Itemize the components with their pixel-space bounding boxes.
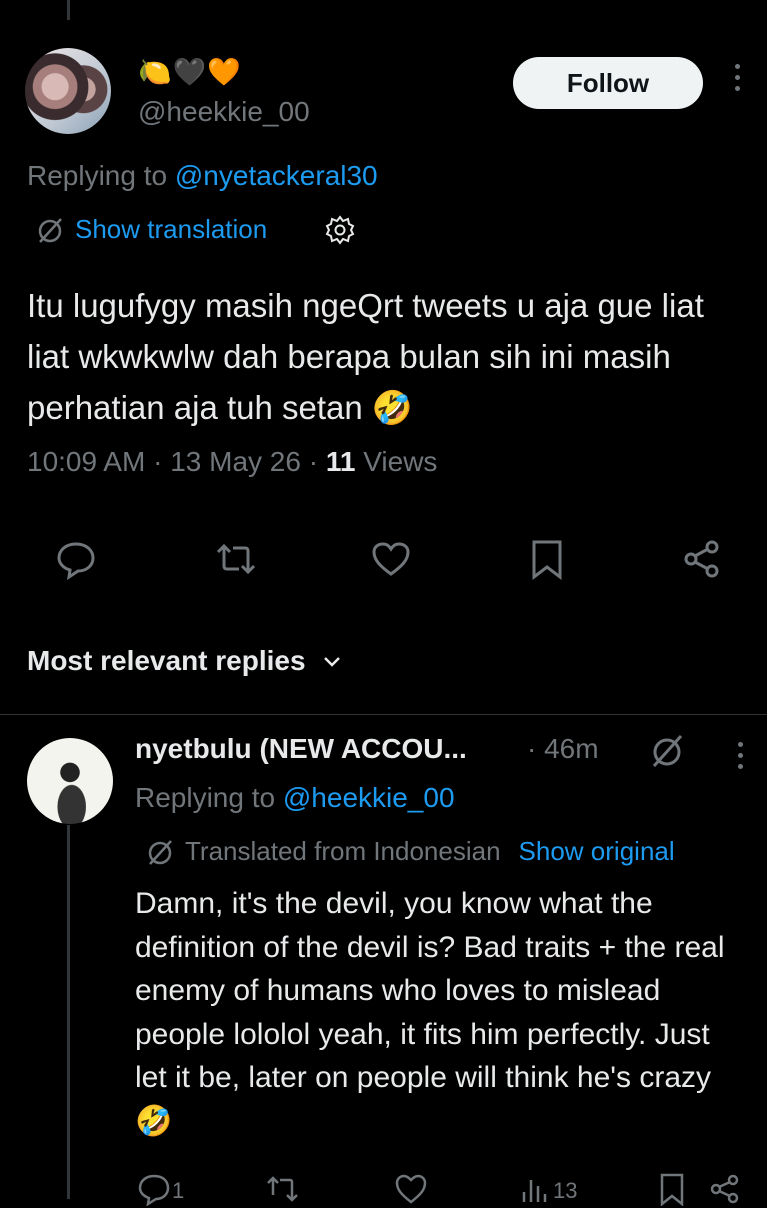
- grok-icon[interactable]: [648, 732, 686, 770]
- section-divider: [0, 714, 767, 715]
- reply-replying-prefix: Replying to: [135, 782, 283, 813]
- translated-row: Translated from Indonesian Show original: [145, 836, 675, 867]
- reply-actions: 1 13: [0, 1168, 767, 1208]
- reply-more-options-icon[interactable]: [730, 742, 750, 782]
- show-translation-link[interactable]: Show translation: [75, 214, 267, 245]
- bookmark-icon[interactable]: [655, 1172, 689, 1206]
- grok-translate-icon: [148, 839, 172, 865]
- more-options-icon[interactable]: [727, 64, 747, 104]
- views-label: Views: [363, 446, 438, 477]
- author-display-name[interactable]: 🍋🖤🧡: [138, 55, 242, 89]
- replies-sort-dropdown[interactable]: Most relevant replies: [27, 645, 344, 677]
- tweet-time[interactable]: 10:09 AM: [27, 446, 145, 477]
- replying-prefix: Replying to: [27, 160, 175, 191]
- follow-button[interactable]: Follow: [513, 57, 703, 109]
- reply-author-name[interactable]: nyetbulu (NEW ACCOU...: [135, 733, 467, 765]
- author-handle[interactable]: @heekkie_00: [138, 96, 310, 128]
- replying-to-line: Replying to @nyetackeral30: [27, 160, 378, 192]
- like-heart-icon[interactable]: [370, 538, 412, 580]
- show-translation-row[interactable]: Show translation: [35, 214, 267, 245]
- bookmark-icon[interactable]: [526, 538, 568, 580]
- reply-replying-to-link[interactable]: @heekkie_00: [283, 782, 455, 813]
- thread-connector-reply: [67, 825, 70, 1199]
- tweet-date[interactable]: 13 May 26: [170, 446, 301, 477]
- reply-count: 1: [172, 1178, 185, 1203]
- show-original-link[interactable]: Show original: [519, 836, 675, 867]
- reply-time[interactable]: · 46m: [527, 733, 599, 765]
- reply-replying-to-line: Replying to @heekkie_00: [135, 782, 455, 814]
- reply-time-value: 46m: [544, 733, 599, 764]
- tweet-text: Itu lugufygy masih ngeQrt tweets u aja g…: [27, 287, 704, 426]
- reply-text: Damn, it's the devil, you know what the …: [135, 887, 725, 1138]
- replies-sort-label: Most relevant replies: [27, 645, 306, 676]
- like-heart-icon[interactable]: [394, 1172, 428, 1206]
- share-icon[interactable]: [681, 538, 723, 580]
- thread-connector-top: [67, 0, 70, 20]
- translated-label: Translated from Indonesian: [185, 836, 501, 866]
- reply-icon[interactable]: [55, 538, 97, 580]
- tweet-actions: [0, 538, 767, 582]
- chevron-down-icon: [323, 657, 340, 667]
- views-count: 11: [325, 446, 356, 477]
- replying-to-link[interactable]: @nyetackeral30: [175, 160, 378, 191]
- tweet-meta: 10:09 AM · 13 May 26 · 11 Views: [27, 446, 438, 477]
- author-avatar[interactable]: [25, 48, 111, 134]
- reply-views-count: 13: [553, 1178, 578, 1203]
- views-icon[interactable]: [520, 1172, 554, 1206]
- reply-icon[interactable]: [137, 1172, 171, 1206]
- reply-author-avatar[interactable]: [27, 738, 113, 824]
- grok-translate-icon: [38, 217, 62, 243]
- repost-icon[interactable]: [265, 1172, 299, 1206]
- gear-icon[interactable]: [324, 214, 356, 246]
- repost-icon[interactable]: [215, 538, 257, 580]
- share-icon[interactable]: [708, 1172, 742, 1206]
